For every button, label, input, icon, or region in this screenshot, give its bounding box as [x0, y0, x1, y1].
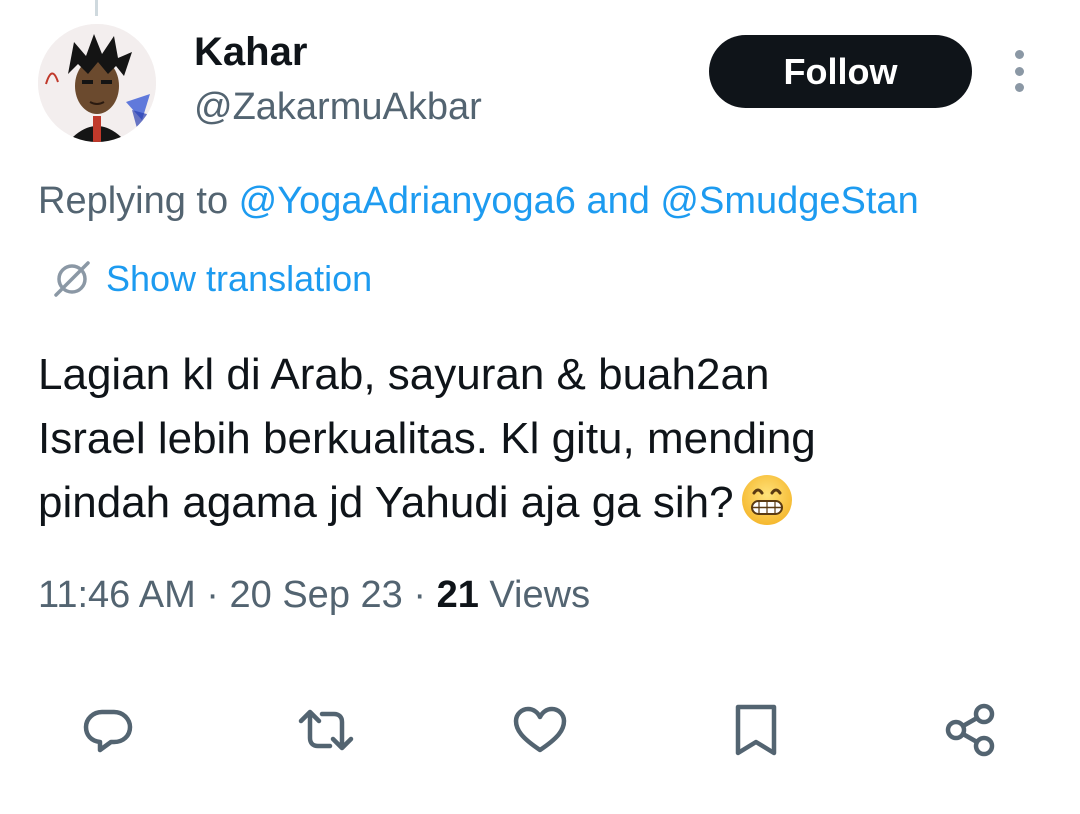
show-translation-link[interactable]: Show translation	[106, 258, 372, 300]
share-button[interactable]	[940, 700, 1000, 760]
mention-joiner[interactable]: and	[576, 180, 661, 222]
meta-separator: ·	[402, 574, 437, 616]
bookmark-button[interactable]	[726, 700, 786, 760]
like-button[interactable]	[510, 700, 570, 760]
tweet-text-line-last: pindah agama jd Yahudi aja ga sih?	[38, 471, 1058, 535]
author-name[interactable]: Kahar	[194, 30, 307, 75]
heart-icon	[513, 706, 567, 753]
mention-link-1[interactable]: @YogaAdrianyoga6	[239, 180, 576, 222]
tweet-date[interactable]: 20 Sep 23	[230, 574, 403, 616]
avatar[interactable]	[38, 24, 156, 142]
retweet-button[interactable]	[296, 700, 356, 760]
author-handle[interactable]: @ZakarmuAkbar	[194, 86, 482, 129]
tweet-meta: 11:46 AM · 20 Sep 23 · 21 Views	[38, 574, 590, 617]
meta-separator: ·	[195, 574, 230, 616]
tweet-text: Lagian kl di Arab, sayuran & buah2an Isr…	[38, 343, 1058, 535]
thread-connector-line	[95, 0, 98, 16]
replying-prefix: Replying to	[38, 180, 239, 222]
tweet-time[interactable]: 11:46 AM	[38, 574, 196, 616]
share-icon	[945, 703, 995, 757]
grinning-face-emoji-icon	[741, 475, 792, 525]
follow-button[interactable]: Follow	[709, 35, 972, 108]
retweet-icon	[298, 709, 354, 751]
tweet-text-line: Israel lebih berkualitas. Kl gitu, mendi…	[38, 414, 816, 463]
tweet-text-line: Lagian kl di Arab, sayuran & buah2an	[38, 350, 770, 399]
mention-link-2[interactable]: @SmudgeStan	[660, 180, 918, 222]
tweet-text-line: pindah agama jd Yahudi aja ga sih?	[38, 478, 734, 527]
more-options-icon[interactable]	[1008, 50, 1030, 92]
bookmark-icon	[735, 704, 777, 756]
replying-to-line: Replying to @YogaAdrianyoga6 and @Smudge…	[38, 180, 919, 223]
show-translation-row[interactable]: Show translation	[50, 257, 372, 301]
reply-icon	[83, 709, 133, 753]
translate-icon	[54, 261, 90, 297]
reply-button[interactable]	[78, 700, 138, 760]
avatar-image	[38, 24, 156, 142]
views-count[interactable]: 21	[437, 574, 479, 616]
views-label[interactable]: Views	[479, 574, 590, 616]
